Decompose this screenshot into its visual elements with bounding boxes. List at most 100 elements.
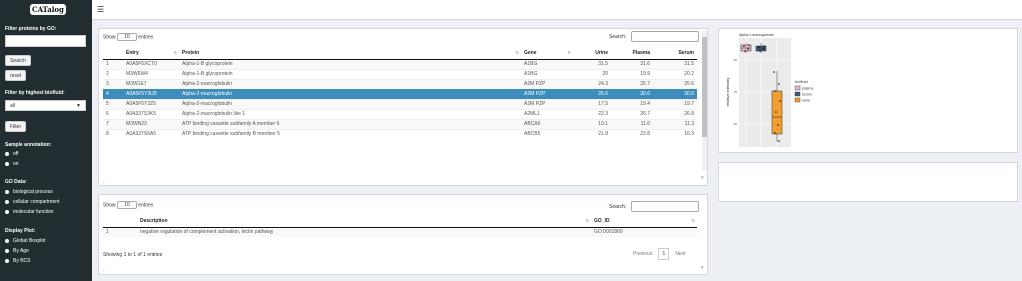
scrollbar-thumb[interactable] [702,37,707,137]
search-button[interactable]: Search [5,55,31,66]
table-cell: 6 [103,108,123,119]
col-index[interactable] [103,215,137,228]
ytick-label: 20 [734,122,738,126]
table-cell: 22.3 [573,108,611,119]
biofluid-select[interactable]: all ▼ [5,100,86,111]
table-cell: 4 [103,88,123,99]
radio-by-age[interactable]: By Age [5,248,29,254]
table-row[interactable]: 4 A0A5F5Y3U9 Alpha-2-macroglobulin A2M PZP 2… [103,88,697,99]
radio-icon [5,200,9,204]
table-cell: A0A5F5Y3Z6 [123,98,179,109]
logo-area: CATalog [0,0,92,20]
table-row[interactable]: 6 A0A337S3K5 Alpha-2-macroglobulin like 1A… [103,108,697,119]
table-cell: A0A337S3K5 [123,108,179,119]
table-cell: 16.3 [653,128,697,139]
go-filter-input[interactable] [5,35,86,47]
radio-global-boxplot[interactable]: Global Boxplot [5,238,46,244]
col-description[interactable]: Description ⇅ [137,215,591,228]
radio-selected-icon [5,239,9,243]
previous-button[interactable]: Previous [633,251,652,257]
table-cell: ATP binding cassette subfamily A member … [179,118,521,129]
legend-label-urine: urine [802,99,810,103]
go-entries-select[interactable]: 10 [116,201,137,209]
col-index[interactable] [103,47,123,60]
legend-swatch-urine [794,97,801,103]
legend-swatch-plasma [794,85,801,91]
secondary-plot-panel [718,162,1018,202]
table-cell: Alpha-1-B glycoprotein [179,58,521,69]
table-cell: 26.6 [573,88,611,99]
table-row[interactable]: 2 M3W6W4 Alpha-1-B glycoprotein A1BG 20 19.9 2… [103,68,697,79]
legend-label-serum: serum [802,93,812,97]
table-cell: 24.3 [573,78,611,89]
table-cell: 30.6 [611,88,653,99]
table-row[interactable]: 5 A0A5F5Y3Z6 Alpha-2-macroglobulin A2M PZP 1… [103,98,697,109]
filter-button[interactable]: Filter [5,121,27,132]
table-cell: 3 [103,78,123,89]
table-row[interactable]: 1 A0A5F5XCT0 Alpha-1-B glycoprotein A1BG 31.… [103,58,697,69]
protein-table: Entry ⇅ Protein ⇅ Gene ⇅ Urine Plasma Serum… [103,47,697,139]
next-button[interactable]: Next [675,251,685,257]
scroll-left-icon[interactable]: ‹ [103,180,105,186]
box-urine [771,90,783,135]
sidebar: Filter proteins by GO: Search reset Filt… [0,20,92,281]
table-cell: 19.7 [653,98,697,109]
col-protein[interactable]: Protein ⇅ [179,47,521,60]
sort-icon: ⇅ [567,50,571,55]
table-cell: ABCB5 [521,128,573,139]
radio-selected-icon [5,190,9,194]
display-plot-label: Display Plot: [5,228,36,234]
box-serum [755,45,767,52]
entries-select[interactable]: 10 [116,33,137,41]
pagination: Previous 1 Next [633,248,686,260]
table-row[interactable]: 8 A0A337S6A5 ATP binding cassette subfamil… [103,128,697,139]
table-cell: Alpha-1-B glycoprotein [179,68,521,79]
table-cell: A0A5F5Y3U9 [123,88,179,99]
col-gene[interactable]: Gene ⇅ [521,47,573,60]
col-urine[interactable]: Urine [573,47,611,60]
table-cell: 11.6 [611,118,653,129]
table-cell: A2ML1 [521,108,573,119]
col-serum[interactable]: Serum [653,47,697,60]
table-cell: 20.2 [653,68,697,79]
table-search-input[interactable] [630,31,699,42]
reset-button[interactable]: reset [5,70,27,81]
table-row[interactable]: 1 negative regulation of complement activ… [103,226,697,237]
table-cell: M3W6W4 [123,68,179,79]
table-cell: negative regulation of complement activa… [137,226,591,237]
scroll-left-icon[interactable]: ‹ [103,268,105,274]
radio-sample-off[interactable]: off [5,151,18,157]
table-cell: 25.6 [653,78,697,89]
protein-table-panel: Show 10 entries Search: Entry ⇅ Protein ⇅ … [98,28,708,186]
table-row[interactable]: 3 M3W1E7 Alpha-2-macroglobulin A2M PZP 24.3 2… [103,78,697,89]
table-cell: 5 [103,98,123,109]
scroll-down-icon[interactable]: ▾ [701,265,704,271]
table-vertical-scrollbar[interactable] [702,31,707,171]
radio-molecular-function[interactable]: molecular function [5,209,54,215]
table-cell: 31.5 [653,58,697,69]
radio-biological-process[interactable]: biological process [5,189,53,195]
app-logo[interactable]: CATalog [30,4,66,15]
col-plasma[interactable]: Plasma [611,47,653,60]
go-search-input[interactable] [630,201,699,212]
table-cell: A0A5F5XCT0 [123,58,179,69]
col-entry[interactable]: Entry ⇅ [123,47,179,60]
table-cell: 22.8 [611,128,653,139]
table-cell: A2M PZP [521,78,573,89]
legend-label-plasma: plasma [802,87,813,91]
radio-sample-on[interactable]: on [5,161,19,167]
table-row[interactable]: 7 M3WN23 ATP binding cassette subfamily A … [103,118,697,129]
col-go-id[interactable]: GO_ID ⇅ [591,215,697,228]
table-cell: 1 [103,58,123,69]
table-cell: A2M PZP [521,98,573,109]
radio-cellular-compartment[interactable]: cellular compartment [5,199,59,205]
radio-by-bcs[interactable]: By BCS [5,258,31,264]
table-cell: 30.6 [653,88,697,99]
radio-icon [5,249,9,253]
table-cell: 26.7 [611,108,653,119]
hamburger-icon[interactable]: ☰ [97,5,104,14]
entries-control: Show 10 entries [103,33,154,41]
sample-annotation-label: Sample annotation: [5,142,52,148]
page-button[interactable]: 1 [658,248,670,260]
scroll-down-icon[interactable]: ▾ [701,175,704,181]
